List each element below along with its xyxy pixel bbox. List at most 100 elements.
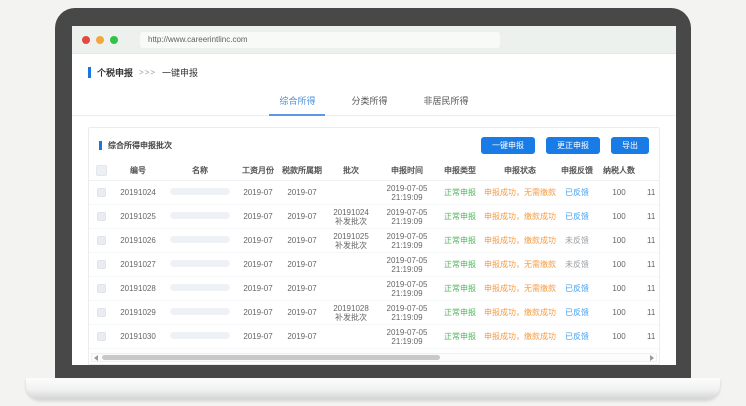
cell-feedback: 未反馈 — [557, 236, 597, 245]
cell-batch-id: 20191027 — [113, 260, 163, 269]
name-placeholder — [170, 332, 230, 339]
window-minimize-button[interactable] — [96, 36, 104, 44]
address-bar[interactable]: http://www.careerintlinc.com — [140, 32, 500, 48]
table-row: 20191024 2019-07 2019-07 2019-07-05 21:1… — [89, 181, 659, 205]
row-checkbox[interactable] — [97, 284, 106, 293]
browser-titlebar: http://www.careerintlinc.com — [72, 26, 676, 54]
horizontal-scrollbar[interactable] — [91, 353, 657, 362]
column-header-label: 申报时间 — [391, 166, 423, 175]
cell-batch-id: 20191026 — [113, 236, 163, 245]
cell-batch-id: 20191024 — [113, 188, 163, 197]
cell-taxpayer-count: 100 — [597, 212, 641, 221]
cell-feedback: 已反馈 — [557, 212, 597, 221]
tab[interactable]: 非居民所得 — [414, 90, 479, 115]
column-header-label: 申报类型 — [444, 166, 476, 175]
cell-taxpayer-count: 100 — [597, 236, 641, 245]
cell-declare-type: 正常申报 — [437, 308, 483, 317]
cell-declare-type: 正常申报 — [437, 260, 483, 269]
row-checkbox[interactable] — [97, 212, 106, 221]
action-button[interactable]: 导出 — [611, 137, 649, 154]
row-checkbox[interactable] — [97, 188, 106, 197]
tab[interactable]: 分类所得 — [341, 90, 397, 115]
scroll-right-arrow-icon[interactable] — [648, 354, 656, 361]
time-clock: 21:19:09 — [377, 193, 437, 202]
cell-declare-type: 正常申报 — [437, 332, 483, 341]
batch-line-1: 20191024 — [325, 208, 377, 217]
cell-feedback: 已反馈 — [557, 284, 597, 293]
cell-tax-period: 2019-07 — [279, 236, 325, 245]
window-maximize-button[interactable] — [110, 36, 118, 44]
tab-label: 综合所得 — [279, 96, 315, 106]
tab-label: 分类所得 — [351, 96, 387, 106]
column-header-label: 批次 — [343, 166, 359, 175]
action-button[interactable]: 更正申报 — [546, 137, 600, 154]
cell-extra-clipped: 11 — [641, 284, 660, 293]
cell-checkbox — [89, 260, 113, 269]
tab-bar: 综合所得 分类所得 非居民所得 — [72, 90, 676, 116]
cell-declare-status: 申报成功，缴款成功 — [483, 236, 557, 245]
cell-declare-time: 2019-07-05 21:19:09 — [377, 184, 437, 202]
cell-batch-id: 20191030 — [113, 332, 163, 341]
cell-name — [163, 212, 237, 221]
row-checkbox[interactable] — [97, 236, 106, 245]
cell-declare-type: 正常申报 — [437, 188, 483, 197]
cell-batch: 20191025 补发批次 — [325, 232, 377, 250]
column-header: 申报反馈 — [557, 166, 597, 175]
batch-panel: 综合所得申报批次 一键申报 更正申报 导出 — [88, 127, 660, 365]
column-header-label: 纳税人数 — [603, 166, 635, 175]
row-checkbox[interactable] — [97, 260, 106, 269]
name-placeholder — [170, 260, 230, 267]
window-close-button[interactable] — [82, 36, 90, 44]
cell-declare-time: 2019-07-05 21:19:09 — [377, 208, 437, 226]
row-checkbox[interactable] — [97, 308, 106, 317]
panel-buttons: 一键申报 更正申报 导出 — [470, 137, 649, 154]
panel-title-text: 综合所得申报批次 — [108, 140, 172, 151]
column-header-label: 工资月份 — [242, 166, 274, 175]
cell-feedback: 未反馈 — [557, 260, 597, 269]
table-row: 20191026 2019-07 2019-07 20191025 补发批次 2… — [89, 229, 659, 253]
breadcrumb: 个税申报 >>> 一键申报 — [88, 66, 676, 79]
name-placeholder — [170, 308, 230, 315]
column-header: 纳税人数 — [597, 166, 641, 175]
batch-line-2: 补发批次 — [325, 241, 377, 250]
column-header-label: 编号 — [130, 166, 146, 175]
cell-salary-month: 2019-07 — [237, 188, 279, 197]
cell-extra-clipped: 11 — [641, 188, 660, 197]
laptop-screen-bezel: http://www.careerintlinc.com 个税申报 >>> 一键… — [55, 8, 691, 379]
scrollbar-thumb[interactable] — [102, 355, 440, 360]
cell-batch-id: 20191029 — [113, 308, 163, 317]
column-header-label: 申报状态 — [504, 166, 536, 175]
cell-extra-clipped: 11 — [641, 212, 660, 221]
cell-declare-status: 申报成功，无需缴款 — [483, 260, 557, 269]
cell-batch-id: 20191025 — [113, 212, 163, 221]
cell-declare-type: 正常申报 — [437, 236, 483, 245]
cell-batch: 20191024 补发批次 — [325, 208, 377, 226]
cell-taxpayer-count: 100 — [597, 308, 641, 317]
column-header-label: 名称 — [192, 166, 208, 175]
cell-declare-status: 申报成功，缴款成功 — [483, 212, 557, 221]
cell-tax-period: 2019-07 — [279, 260, 325, 269]
cell-salary-month: 2019-07 — [237, 308, 279, 317]
column-header: 编号 — [113, 166, 163, 175]
cell-extra-clipped: 11 — [641, 236, 660, 245]
cell-name — [163, 260, 237, 269]
scroll-left-arrow-icon[interactable] — [92, 354, 100, 361]
column-header: 申报状态 — [483, 166, 557, 175]
breadcrumb-root[interactable]: 个税申报 — [97, 66, 133, 79]
cell-extra-clipped: 11 — [641, 332, 660, 341]
column-header: 申报类型 — [437, 166, 483, 175]
batch-line-1: 20191025 — [325, 232, 377, 241]
cell-feedback: 已反馈 — [557, 308, 597, 317]
action-button[interactable]: 一键申报 — [481, 137, 535, 154]
cell-checkbox — [89, 188, 113, 197]
batch-line-2: 补发批次 — [325, 217, 377, 226]
column-header: 工资月份 — [237, 166, 279, 175]
time-date: 2019-07-05 — [377, 232, 437, 241]
column-header-label: 税款所属期 — [282, 166, 322, 175]
time-clock: 21:19:09 — [377, 313, 437, 322]
tab[interactable]: 综合所得 — [269, 90, 325, 115]
table-row: 20191029 2019-07 2019-07 20191028 补发批次 2… — [89, 301, 659, 325]
row-checkbox[interactable] — [97, 332, 106, 341]
laptop-base — [26, 378, 720, 399]
cell-checkbox — [89, 212, 113, 221]
